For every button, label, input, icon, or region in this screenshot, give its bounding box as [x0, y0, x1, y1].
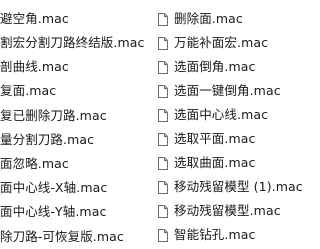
file-item[interactable]: 移动残留模型.mac [158, 199, 288, 223]
file-list: 避空角.mac 割宏分割刀路终结版.mac 剖曲线.mac 复面.mac 复已删… [0, 0, 303, 249]
generic-file-icon [158, 36, 168, 50]
file-name: 选面一键倒角.mac [174, 82, 281, 98]
file-item[interactable]: 量分割刀路.mac [0, 128, 137, 152]
file-item[interactable]: 面忽略.mac [0, 152, 137, 176]
file-item[interactable]: 复已删除刀路.mac [0, 104, 137, 128]
file-name: 智能钻孔.mac [174, 226, 256, 242]
file-name: 割宏分割刀路终结版.mac [0, 35, 145, 51]
file-item[interactable]: 智能钻孔.mac [158, 223, 288, 247]
file-name: 量分割刀路.mac [0, 131, 95, 147]
generic-file-icon [158, 108, 168, 122]
file-name: 复已删除刀路.mac [0, 107, 107, 123]
file-item[interactable]: 剖曲线.mac [0, 55, 137, 79]
file-name: 面忽略.mac [0, 155, 69, 171]
file-item[interactable]: 复面.mac [0, 80, 137, 104]
generic-file-icon [158, 12, 168, 26]
file-name: 复面.mac [0, 83, 57, 99]
file-name: 移动残留模型 (1).mac [174, 178, 303, 194]
generic-file-icon [158, 156, 168, 170]
file-name: 避空角.mac [0, 10, 69, 26]
file-item[interactable]: 移动残留模型 (1).mac [158, 175, 303, 199]
file-item[interactable]: 选面倒角.mac [158, 55, 288, 79]
file-item[interactable]: 删除面.mac [158, 7, 288, 31]
generic-file-icon [158, 228, 168, 242]
generic-file-icon [158, 180, 168, 194]
file-item[interactable]: 割宏分割刀路终结版.mac [0, 31, 144, 55]
file-name: 万能补面宏.mac [174, 34, 269, 50]
file-list-right-column: 删除面.mac 万能补面宏.mac 选面倒角.mac 选面一键倒角.mac 选面… [158, 7, 303, 247]
file-name: 选面中心线.mac [174, 106, 269, 122]
file-list-left-column: 避空角.mac 割宏分割刀路终结版.mac 剖曲线.mac 复面.mac 复已删… [0, 7, 144, 249]
file-item[interactable]: 万能补面宏.mac [158, 31, 288, 55]
file-name: 移动残留模型.mac [174, 202, 281, 218]
file-name: 除刀路-可恢复版.mac [0, 228, 124, 244]
file-name: 选面倒角.mac [174, 58, 256, 74]
file-name: 面中心线-X轴.mac [0, 180, 108, 196]
generic-file-icon [158, 84, 168, 98]
file-item[interactable]: 选面中心线.mac [158, 103, 288, 127]
file-name: 选取曲面.mac [174, 154, 256, 170]
generic-file-icon [158, 60, 168, 74]
file-item[interactable]: 选取曲面.mac [158, 151, 288, 175]
generic-file-icon [158, 132, 168, 146]
file-name: 删除面.mac [174, 10, 243, 26]
generic-file-icon [158, 204, 168, 218]
file-name: 选取平面.mac [174, 130, 256, 146]
file-item[interactable]: 避空角.mac [0, 7, 137, 31]
file-item[interactable]: 面中心线-Y轴.mac [0, 201, 137, 225]
file-name: 剖曲线.mac [0, 59, 69, 75]
file-item[interactable]: 选面一键倒角.mac [158, 79, 288, 103]
file-item[interactable]: 除刀路-可恢复版.mac [0, 225, 137, 249]
file-item[interactable]: 选取平面.mac [158, 127, 288, 151]
file-item[interactable]: 面中心线-X轴.mac [0, 176, 137, 200]
file-name: 面中心线-Y轴.mac [0, 204, 107, 220]
